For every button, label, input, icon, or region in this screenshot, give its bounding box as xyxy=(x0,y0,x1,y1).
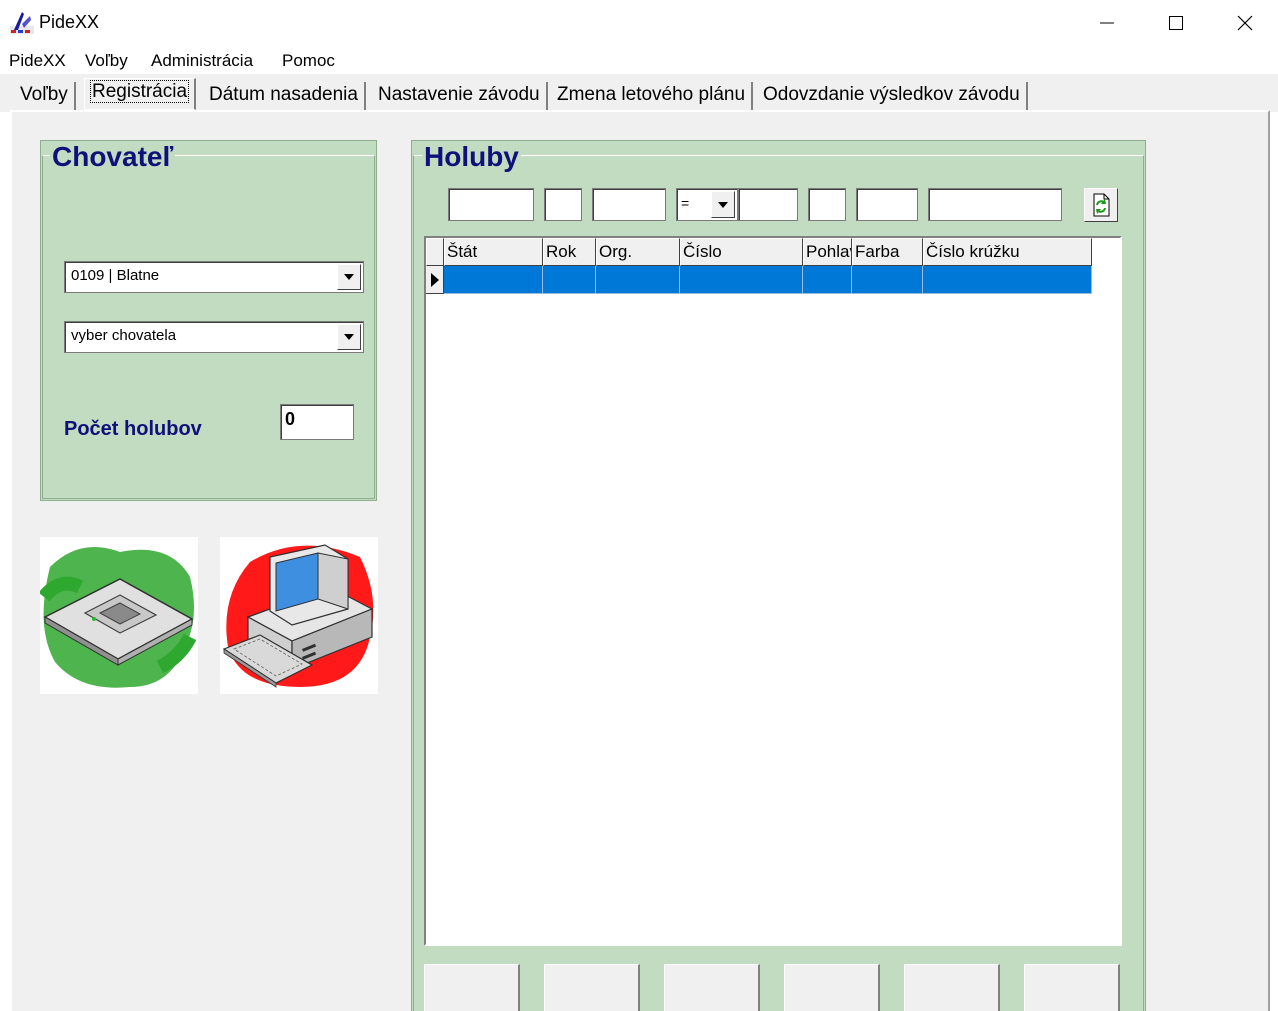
action-button-5[interactable] xyxy=(904,964,1000,1011)
chip-device-icon xyxy=(38,547,197,688)
filter-rok-input[interactable] xyxy=(544,188,582,221)
column-header-cislo-kruzku[interactable]: Číslo krúžku xyxy=(923,238,1092,266)
filter-cislo-input[interactable] xyxy=(738,188,798,221)
cell-cislo[interactable] xyxy=(680,266,803,294)
org-combo-dropdown[interactable] xyxy=(337,264,361,290)
maximize-button[interactable] xyxy=(1141,0,1211,46)
tab-zmena-letoveho-planu[interactable]: Zmena letového plánu xyxy=(551,82,754,112)
action-button-1[interactable] xyxy=(424,964,520,1011)
cell-rok[interactable] xyxy=(543,266,596,294)
filter-operator-value: = xyxy=(681,195,690,211)
filter-pohlavie-input[interactable] xyxy=(808,188,846,221)
tab-label: Odovzdanie výsledkov závodu xyxy=(763,84,1020,105)
cell-pohlavie[interactable] xyxy=(803,266,852,294)
grid-corner xyxy=(426,238,444,266)
filter-org-input[interactable] xyxy=(592,188,666,221)
action-button-6[interactable] xyxy=(1024,964,1120,1011)
row-indicator xyxy=(426,266,444,294)
tab-label: Zmena letového plánu xyxy=(557,84,746,105)
menu-volby[interactable]: Voľby xyxy=(85,51,128,71)
filter-cislo-kruzku-input[interactable] xyxy=(928,188,1062,221)
grid-header: Štát Rok Org. Číslo Pohlavie Farba Číslo… xyxy=(426,238,1092,266)
pocet-holubov-label: Počet holubov xyxy=(64,418,202,440)
menu-bar: PideXX Voľby Administrácia Pomoc xyxy=(0,46,1278,74)
cell-org[interactable] xyxy=(596,266,680,294)
close-icon xyxy=(1237,15,1253,31)
breeder-combo-value: vyber chovatela xyxy=(71,327,177,344)
pocet-holubov-field[interactable]: 0 xyxy=(280,404,354,440)
org-combo-value: 0109 | Blatne xyxy=(71,267,160,284)
minimize-icon xyxy=(1100,22,1114,24)
chevron-down-icon xyxy=(344,334,354,340)
window-title: PideXX xyxy=(39,12,100,32)
column-header-pohlavie[interactable]: Pohlavie xyxy=(803,238,852,266)
tab-odovzdanie-vysledkov[interactable]: Odovzdanie výsledkov závodu xyxy=(757,82,1028,112)
breeder-combo[interactable]: vyber chovatela xyxy=(64,321,364,353)
cell-stat[interactable] xyxy=(444,266,543,294)
cell-farba[interactable] xyxy=(852,266,923,294)
tab-datum-nasadenia[interactable]: Dátum nasadenia xyxy=(203,82,366,112)
column-header-stat[interactable]: Štát xyxy=(444,238,543,266)
action-button-2[interactable] xyxy=(544,964,640,1011)
maximize-icon xyxy=(1169,16,1183,30)
computer-icon xyxy=(222,544,374,688)
cell-cislo-kruzku[interactable] xyxy=(923,266,1092,294)
filter-farba-input[interactable] xyxy=(856,188,918,221)
action-button-4[interactable] xyxy=(784,964,880,1011)
action-button-3[interactable] xyxy=(664,964,760,1011)
menu-pidexx[interactable]: PideXX xyxy=(9,51,66,71)
tab-strip: Voľby Registrácia Dátum nasadenia Nastav… xyxy=(0,74,1278,112)
column-header-rok[interactable]: Rok xyxy=(543,238,596,266)
refresh-icon xyxy=(1093,193,1110,217)
computer-button[interactable] xyxy=(220,537,378,694)
tab-label: Nastavenie závodu xyxy=(378,84,540,105)
minimize-button[interactable] xyxy=(1072,0,1142,46)
chevron-down-icon xyxy=(718,201,728,208)
column-header-cislo[interactable]: Číslo xyxy=(680,238,803,266)
close-button[interactable] xyxy=(1210,0,1278,46)
tab-label: Registrácia xyxy=(89,80,190,103)
holuby-title: Holuby xyxy=(422,141,521,172)
row-pointer-icon xyxy=(431,273,439,287)
chip-device-button[interactable] xyxy=(38,537,198,694)
tab-label: Voľby xyxy=(20,84,68,105)
menu-administracia[interactable]: Administrácia xyxy=(151,51,253,71)
chevron-down-icon xyxy=(344,274,354,280)
filter-operator-combo[interactable]: = xyxy=(676,188,738,221)
holuby-grid[interactable]: Štát Rok Org. Číslo Pohlavie Farba Číslo… xyxy=(424,236,1122,946)
chovatel-title: Chovateľ xyxy=(50,141,176,172)
filter-stat-input[interactable] xyxy=(448,188,534,221)
column-header-farba[interactable]: Farba xyxy=(852,238,923,266)
org-combo[interactable]: 0109 | Blatne xyxy=(64,261,364,293)
tab-volby[interactable]: Voľby xyxy=(14,82,76,112)
refresh-button[interactable] xyxy=(1084,188,1118,222)
table-row[interactable] xyxy=(426,266,1092,294)
tab-label: Dátum nasadenia xyxy=(209,84,358,105)
breeder-combo-dropdown[interactable] xyxy=(337,324,361,350)
filter-operator-dropdown[interactable] xyxy=(711,191,735,218)
tab-nastavenie-zavodu[interactable]: Nastavenie závodu xyxy=(372,82,548,112)
column-header-org[interactable]: Org. xyxy=(596,238,680,266)
app-icon xyxy=(10,12,34,34)
menu-pomoc[interactable]: Pomoc xyxy=(282,51,335,71)
title-bar: PideXX xyxy=(0,0,1278,46)
tab-registracia[interactable]: Registrácia xyxy=(84,78,197,110)
